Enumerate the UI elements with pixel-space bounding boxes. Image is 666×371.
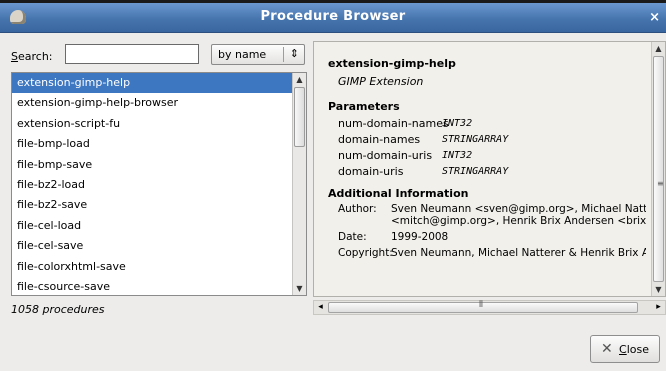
copyright-value: Sven Neumann, Michael Natterer & Henrik …: [391, 247, 646, 259]
detail-procedure-name: extension-gimp-help: [328, 57, 456, 70]
scrollbar-thumb[interactable]: ≡: [653, 56, 664, 282]
param-name: num-domain-uris: [338, 149, 433, 162]
close-button-label: Close: [619, 343, 649, 356]
grip-icon: ⦀: [479, 300, 483, 310]
procedure-list-item[interactable]: file-csource-save: [12, 277, 292, 295]
parameters-heading: Parameters: [328, 100, 400, 113]
close-icon: ✕: [601, 341, 613, 357]
procedure-list-item[interactable]: extension-gimp-help: [12, 73, 292, 94]
procedure-list-item[interactable]: file-cel-save: [12, 236, 292, 256]
window-title: Procedure Browser: [260, 9, 406, 24]
search-label: Search:: [11, 50, 53, 63]
procedure-list-item[interactable]: file-bmp-save: [12, 155, 292, 175]
author-value-line1: Sven Neumann <sven@gimp.org>, Michael Na…: [391, 203, 646, 215]
detail-blurb: GIMP Extension: [338, 75, 424, 88]
date-label: Date:: [338, 231, 367, 243]
search-mode-dropdown[interactable]: by name ⇕: [211, 44, 305, 65]
detail-vertical-scrollbar[interactable]: ▲ ≡ ▼: [651, 42, 665, 296]
param-name: domain-uris: [338, 165, 404, 178]
procedure-detail-panel: extension-gimp-help GIMP Extension Param…: [313, 41, 666, 297]
updown-arrows-icon: ⇕: [289, 47, 299, 60]
procedure-list-items: extension-gimp-help extension-gimp-help-b…: [12, 73, 292, 295]
scroll-right-icon[interactable]: ▸: [652, 301, 665, 314]
param-type: INT32: [442, 150, 473, 161]
param-type: INT32: [442, 118, 473, 129]
procedure-list-item[interactable]: file-bmp-load: [12, 134, 292, 154]
scroll-left-icon[interactable]: ◂: [314, 301, 327, 314]
scroll-up-icon[interactable]: ▲: [652, 42, 665, 55]
procedure-list-item[interactable]: extension-gimp-help-browser: [12, 93, 292, 113]
author-label: Author:: [338, 203, 377, 215]
additional-info-heading: Additional Information: [328, 187, 469, 200]
procedure-list-item[interactable]: file-bz2-save: [12, 195, 292, 215]
scroll-up-icon[interactable]: ▲: [293, 73, 306, 86]
param-name: num-domain-names: [338, 117, 449, 130]
detail-content: extension-gimp-help GIMP Extension Param…: [326, 50, 646, 296]
param-name: domain-names: [338, 133, 421, 146]
grip-icon: ≡: [657, 179, 664, 188]
window-close-icon[interactable]: ×: [649, 10, 660, 25]
search-input[interactable]: [65, 44, 199, 64]
date-value: 1999-2008: [391, 231, 449, 243]
detail-horizontal-scrollbar[interactable]: ◂ ⦀ ▸: [313, 300, 666, 315]
scrollbar-thumb[interactable]: [294, 87, 305, 147]
param-type: STRINGARRAY: [442, 166, 509, 177]
param-type: STRINGARRAY: [442, 134, 509, 145]
procedure-list-item[interactable]: file-colorxhtml-save: [12, 257, 292, 277]
search-mode-value: by name: [218, 48, 267, 61]
procedure-list-item[interactable]: extension-script-fu: [12, 114, 292, 134]
scroll-down-icon[interactable]: ▼: [652, 283, 665, 296]
author-value-line2: <mitch@gimp.org>, Henrik Brix Andersen <…: [391, 215, 646, 227]
scroll-down-icon[interactable]: ▼: [293, 282, 306, 295]
procedure-list-scrollbar[interactable]: ▲ ▼: [292, 73, 306, 295]
procedure-list-item[interactable]: file-bz2-load: [12, 175, 292, 195]
copyright-label: Copyright:: [338, 247, 393, 259]
procedure-count: 1058 procedures: [11, 303, 105, 316]
title-bar[interactable]: Procedure Browser ×: [0, 3, 666, 33]
close-button[interactable]: ✕ Close: [590, 335, 660, 363]
procedure-list-item[interactable]: file-cel-load: [12, 216, 292, 236]
combo-separator: [283, 47, 284, 62]
procedure-list[interactable]: extension-gimp-help extension-gimp-help-b…: [11, 72, 307, 296]
scrollbar-thumb[interactable]: ⦀: [328, 300, 638, 313]
